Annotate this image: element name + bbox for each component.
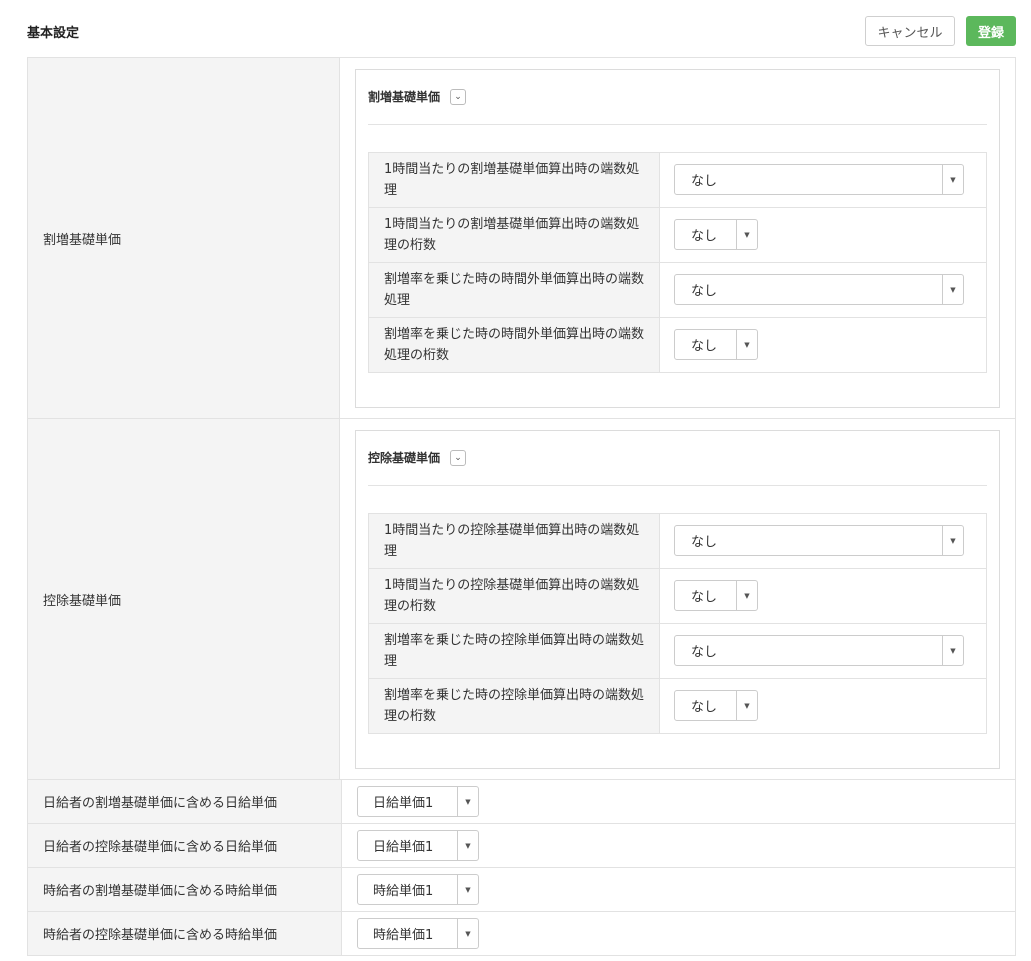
inner-table: 1時間当たりの控除基礎単価算出時の端数処理 なし ▼ 1時間当たりの控除基礎単価… (368, 512, 987, 734)
settings-row-hourly-premium: 時給者の割増基礎単価に含める時給単価 時給単価1 ▼ (28, 868, 1015, 912)
settings-row-hourly-deduction: 時給者の控除基礎単価に含める時給単価 時給単価1 ▼ (28, 912, 1015, 956)
rounding-select[interactable]: なし ▼ (674, 635, 964, 666)
rounding-select[interactable]: なし ▼ (674, 525, 964, 556)
caret-down-icon[interactable]: ▼ (457, 919, 478, 948)
settings-row-deduction-base: 控除基礎単価 控除基礎単価 ⌄ 1時間当たりの控除基礎単価算出時の端数処理 なし… (28, 419, 1015, 780)
row-label: 時給者の割増基礎単価に含める時給単価 (28, 868, 342, 911)
select-value: なし (691, 590, 718, 605)
row-label: 割増基礎単価 (28, 58, 340, 418)
select-value: なし (691, 174, 718, 189)
select-value: なし (691, 284, 718, 299)
field-label: 割増率を乗じた時の時間外単価算出時の端数処理の桁数 (369, 317, 660, 372)
table-row: 割増率を乗じた時の時間外単価算出時の端数処理の桁数 なし ▼ (369, 317, 986, 373)
inner-table: 1時間当たりの割増基礎単価算出時の端数処理 なし ▼ 1時間当たりの割増基礎単価… (368, 151, 987, 373)
table-row: 1時間当たりの割増基礎単価算出時の端数処理 なし ▼ (369, 152, 986, 208)
table-row: 1時間当たりの控除基礎単価算出時の端数処理の桁数 なし ▼ (369, 568, 986, 624)
caret-down-icon[interactable]: ▼ (942, 636, 963, 665)
unit-price-select[interactable]: 日給単価1 ▼ (357, 786, 479, 817)
select-value: なし (691, 700, 718, 715)
deduction-base-panel: 控除基礎単価 ⌄ 1時間当たりの控除基礎単価算出時の端数処理 なし ▼ 1時間当… (355, 429, 1000, 769)
caret-down-icon[interactable]: ▼ (736, 691, 757, 720)
settings-row-daily-deduction: 日給者の控除基礎単価に含める日給単価 日給単価1 ▼ (28, 824, 1015, 868)
caret-down-icon[interactable]: ▼ (736, 581, 757, 610)
row-label: 控除基礎単価 (28, 419, 340, 779)
table-row: 割増率を乗じた時の控除単価算出時の端数処理の桁数 なし ▼ (369, 678, 986, 734)
field-label: 割増率を乗じた時の時間外単価算出時の端数処理 (369, 262, 660, 317)
settings-row-daily-premium: 日給者の割増基礎単価に含める日給単価 日給単価1 ▼ (28, 780, 1015, 824)
settings-row-premium-base: 割増基礎単価 割増基礎単価 ⌄ 1時間当たりの割増基礎単価算出時の端数処理 なし… (28, 58, 1015, 419)
chevron-down-icon[interactable]: ⌄ (450, 449, 467, 466)
select-value: 時給単価1 (373, 928, 434, 943)
select-value: 時給単価1 (373, 884, 434, 899)
field-label: 1時間当たりの割増基礎単価算出時の端数処理 (369, 152, 660, 207)
unit-price-select[interactable]: 時給単価1 ▼ (357, 918, 479, 949)
table-row: 1時間当たりの割増基礎単価算出時の端数処理の桁数 なし ▼ (369, 207, 986, 263)
digits-select[interactable]: なし ▼ (674, 329, 758, 360)
field-label: 割増率を乗じた時の控除単価算出時の端数処理 (369, 623, 660, 678)
digits-select[interactable]: なし ▼ (674, 219, 758, 250)
table-row: 割増率を乗じた時の時間外単価算出時の端数処理 なし ▼ (369, 262, 986, 318)
settings-table: 割増基礎単価 割増基礎単価 ⌄ 1時間当たりの割増基礎単価算出時の端数処理 なし… (27, 57, 1016, 956)
premium-base-panel: 割増基礎単価 ⌄ 1時間当たりの割増基礎単価算出時の端数処理 なし ▼ 1時間当… (355, 68, 1000, 408)
panel-title: 控除基礎単価 (368, 451, 441, 465)
select-value: 日給単価1 (373, 796, 434, 811)
select-value: なし (691, 535, 718, 550)
digits-select[interactable]: なし ▼ (674, 580, 758, 611)
select-value: なし (691, 339, 718, 354)
register-button[interactable]: 登録 (966, 16, 1016, 46)
caret-down-icon[interactable]: ▼ (736, 220, 757, 249)
panel-header: 割増基礎単価 ⌄ (368, 70, 987, 125)
table-row: 割増率を乗じた時の控除単価算出時の端数処理 なし ▼ (369, 623, 986, 679)
field-label: 割増率を乗じた時の控除単価算出時の端数処理の桁数 (369, 678, 660, 733)
rounding-select[interactable]: なし ▼ (674, 274, 964, 305)
panel-title: 割増基礎単価 (368, 90, 441, 104)
field-label: 1時間当たりの控除基礎単価算出時の端数処理の桁数 (369, 568, 660, 623)
caret-down-icon[interactable]: ▼ (457, 787, 478, 816)
caret-down-icon[interactable]: ▼ (457, 831, 478, 860)
select-value: なし (691, 229, 718, 244)
caret-down-icon[interactable]: ▼ (942, 526, 963, 555)
select-value: 日給単価1 (373, 840, 434, 855)
row-label: 日給者の割増基礎単価に含める日給単価 (28, 780, 342, 823)
caret-down-icon[interactable]: ▼ (942, 165, 963, 194)
unit-price-select[interactable]: 時給単価1 ▼ (357, 874, 479, 905)
unit-price-select[interactable]: 日給単価1 ▼ (357, 830, 479, 861)
page-title: 基本設定 (27, 26, 80, 41)
digits-select[interactable]: なし ▼ (674, 690, 758, 721)
panel-header: 控除基礎単価 ⌄ (368, 431, 987, 486)
caret-down-icon[interactable]: ▼ (942, 275, 963, 304)
table-row: 1時間当たりの控除基礎単価算出時の端数処理 なし ▼ (369, 513, 986, 569)
field-label: 1時間当たりの控除基礎単価算出時の端数処理 (369, 513, 660, 568)
chevron-down-icon[interactable]: ⌄ (450, 88, 467, 105)
cancel-button[interactable]: キャンセル (865, 16, 955, 46)
rounding-select[interactable]: なし ▼ (674, 164, 964, 195)
select-value: なし (691, 645, 718, 660)
caret-down-icon[interactable]: ▼ (457, 875, 478, 904)
row-label: 日給者の控除基礎単価に含める日給単価 (28, 824, 342, 867)
row-label: 時給者の控除基礎単価に含める時給単価 (28, 912, 342, 955)
field-label: 1時間当たりの割増基礎単価算出時の端数処理の桁数 (369, 207, 660, 262)
caret-down-icon[interactable]: ▼ (736, 330, 757, 359)
